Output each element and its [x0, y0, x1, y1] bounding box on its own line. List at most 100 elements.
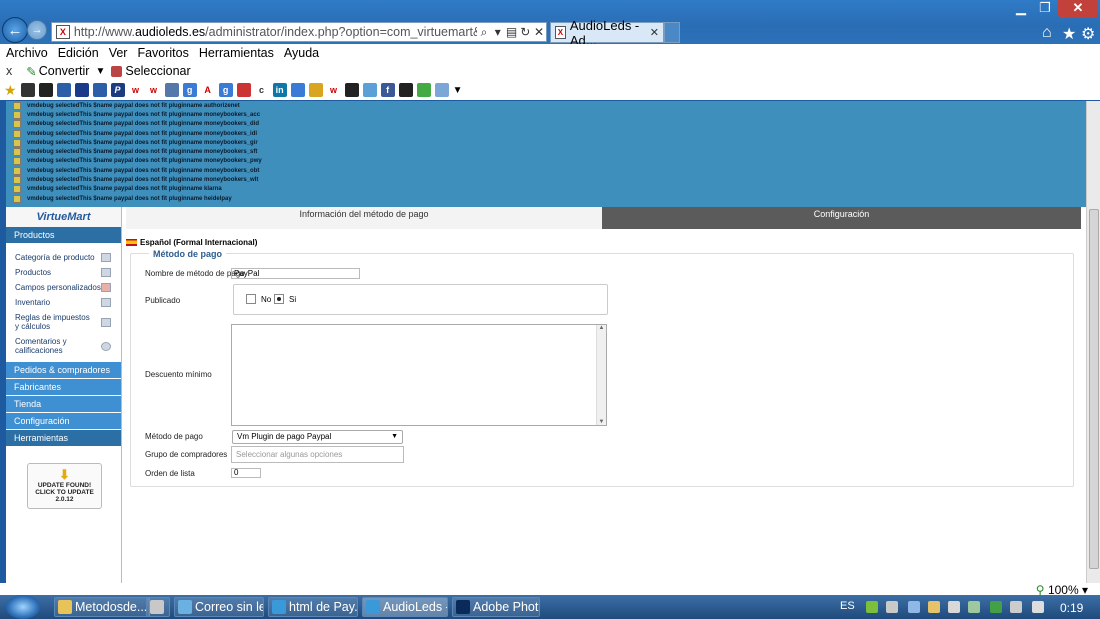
page-scrollbar[interactable]: [1086, 101, 1100, 583]
radio-no[interactable]: [246, 294, 256, 304]
tab-configuration[interactable]: Configuración: [602, 207, 1081, 229]
taskbar-item-mail[interactable]: Correo sin le...: [174, 597, 264, 617]
favorite-site-icon[interactable]: [56, 83, 71, 97]
favorite-google-icon[interactable]: g: [218, 83, 233, 97]
favorite-x-icon[interactable]: [38, 83, 53, 97]
browser-tab-audioleds[interactable]: X AudioLeds - Ad... ✕: [550, 18, 664, 48]
new-tab-button[interactable]: [664, 22, 680, 43]
forward-button[interactable]: →: [27, 20, 47, 40]
tray-app-icon[interactable]: [990, 601, 1002, 613]
favorite-site-icon[interactable]: [362, 83, 377, 97]
search-icon[interactable]: ⌕: [477, 25, 491, 40]
network-icon[interactable]: [1010, 601, 1022, 613]
tray-app-icon[interactable]: [928, 601, 940, 613]
favorite-facebook-icon[interactable]: f: [380, 83, 395, 97]
minimize-button[interactable]: ▁: [1008, 0, 1034, 18]
update-button[interactable]: ⬇ UPDATE FOUND! CLICK TO UPDATE 2.0.12: [27, 463, 102, 509]
url-text[interactable]: http://www.audioleds.es/administrator/in…: [74, 25, 477, 39]
favorite-site-icon[interactable]: [290, 83, 305, 97]
shopper-group-input[interactable]: Seleccionar algunas opciones: [231, 446, 404, 463]
address-bar[interactable]: X http://www.audioleds.es/administrator/…: [51, 22, 547, 42]
settings-gear-icon[interactable]: ⚙: [1081, 24, 1095, 44]
compat-view-icon[interactable]: ▤: [505, 25, 519, 39]
favorite-w-icon[interactable]: w: [326, 83, 341, 97]
sidebar-item-categoria[interactable]: Categoría de producto: [6, 250, 121, 265]
tab-close-icon[interactable]: ✕: [650, 26, 659, 39]
favorite-site-icon[interactable]: [164, 83, 179, 97]
favorite-x-icon[interactable]: [20, 83, 35, 97]
favorite-linkedin-icon[interactable]: in: [272, 83, 287, 97]
scrollbar-thumb[interactable]: [1089, 209, 1099, 569]
textarea-scrollbar[interactable]: ▲ ▼: [596, 325, 606, 425]
taskbar-item-folder[interactable]: Metodosde...: [54, 597, 150, 617]
convert-button[interactable]: Convertir: [39, 64, 90, 78]
favorite-adobe-icon[interactable]: A: [200, 83, 215, 97]
add-favorite-star-icon[interactable]: ★: [4, 82, 17, 99]
favorite-site-icon[interactable]: [434, 83, 449, 97]
back-button[interactable]: ←: [2, 17, 28, 43]
payment-name-input[interactable]: PayPal: [231, 268, 360, 279]
sidebar-item-comentarios[interactable]: Comentarios y calificaciones: [6, 334, 121, 358]
home-icon[interactable]: ⌂: [1042, 24, 1052, 42]
favorite-w-icon[interactable]: w: [146, 83, 161, 97]
favorite-site-icon[interactable]: c: [254, 83, 269, 97]
tray-flag-icon[interactable]: [948, 601, 960, 613]
list-order-input[interactable]: 0: [231, 468, 261, 478]
favorite-google-icon[interactable]: g: [182, 83, 197, 97]
window-close-button[interactable]: ✕: [1058, 0, 1098, 18]
close-toolbar-icon[interactable]: x: [6, 64, 12, 78]
favorite-site-icon[interactable]: [416, 83, 431, 97]
scroll-down-icon[interactable]: ▼: [597, 419, 606, 425]
payment-method-select[interactable]: Vm Plugin de pago Paypal ▼: [232, 430, 403, 444]
menu-ver[interactable]: Ver: [109, 46, 128, 60]
sidebar-section-configuracion[interactable]: Configuración: [6, 413, 121, 429]
sidebar-item-inventario[interactable]: Inventario: [6, 295, 121, 310]
favorite-paypal-icon[interactable]: P: [110, 83, 125, 97]
scroll-up-icon[interactable]: ▲: [597, 325, 606, 331]
tray-clock[interactable]: 0:19: [1060, 601, 1083, 615]
favorite-site-icon[interactable]: [74, 83, 89, 97]
tray-app-icon[interactable]: [886, 601, 898, 613]
sidebar-header-productos[interactable]: Productos: [6, 227, 121, 243]
favorites-star-icon[interactable]: ★: [1062, 24, 1076, 44]
refresh-icon[interactable]: ↻: [518, 25, 532, 39]
tray-app-icon[interactable]: [908, 601, 920, 613]
menu-ayuda[interactable]: Ayuda: [284, 46, 319, 60]
sidebar-item-productos[interactable]: Productos: [6, 265, 121, 280]
taskbar-item-audioleds[interactable]: AudioLeds -...: [362, 597, 448, 617]
start-button[interactable]: [6, 595, 40, 619]
dropdown-arrow-icon[interactable]: ▾: [491, 25, 505, 39]
tray-app-icon[interactable]: [968, 601, 980, 613]
menu-herramientas[interactable]: Herramientas: [199, 46, 274, 60]
favorite-site-icon[interactable]: [92, 83, 107, 97]
discount-textarea[interactable]: ▲ ▼: [231, 324, 607, 426]
taskbar-item-photoshop[interactable]: Adobe Phot...: [452, 597, 540, 617]
favorite-site-icon[interactable]: [308, 83, 323, 97]
menu-archivo[interactable]: Archivo: [6, 46, 48, 60]
menu-favoritos[interactable]: Favoritos: [137, 46, 188, 60]
convert-dropdown-icon[interactable]: ▼: [95, 66, 105, 77]
favorite-site-icon[interactable]: [236, 83, 251, 97]
favorite-w-icon[interactable]: w: [128, 83, 143, 97]
volume-icon[interactable]: [1032, 601, 1044, 613]
taskbar-item-media[interactable]: [146, 597, 170, 617]
radio-yes[interactable]: [274, 294, 284, 304]
select-button[interactable]: Seleccionar: [125, 64, 190, 78]
menu-edicion[interactable]: Edición: [58, 46, 99, 60]
tray-language[interactable]: ES: [840, 600, 855, 612]
taskbar-item-browser-html[interactable]: html de Pay...: [268, 597, 358, 617]
sidebar-section-herramientas[interactable]: Herramientas: [6, 430, 121, 446]
sidebar-section-tienda[interactable]: Tienda: [6, 396, 121, 412]
tray-app-icon[interactable]: [866, 601, 878, 613]
favorite-x-icon[interactable]: [344, 83, 359, 97]
sidebar-section-pedidos[interactable]: Pedidos & compradores: [6, 362, 121, 378]
sidebar-item-campos[interactable]: Campos personalizados: [6, 280, 121, 295]
tab-payment-info[interactable]: Información del método de pago: [126, 207, 602, 229]
virtuemart-logo[interactable]: VirtueMart: [6, 207, 121, 227]
maximize-button[interactable]: ❐: [1034, 0, 1056, 18]
favorite-x-icon[interactable]: [398, 83, 413, 97]
sidebar-item-reglas[interactable]: Reglas de impuestos y cálculos: [6, 310, 121, 334]
sidebar-section-fabricantes[interactable]: Fabricantes: [6, 379, 121, 395]
stop-icon[interactable]: ✕: [532, 25, 546, 39]
favorites-more-icon[interactable]: ▼: [453, 85, 463, 96]
